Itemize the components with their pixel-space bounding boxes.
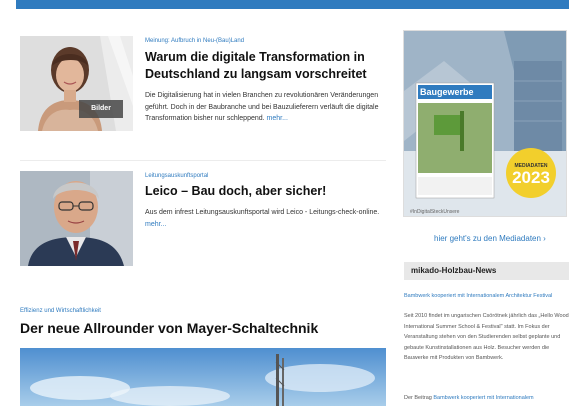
images-badge[interactable]: Bilder: [79, 100, 123, 118]
news-item-title[interactable]: Bambwerk kooperiert mit Internationalem …: [404, 292, 569, 300]
article-hero-image[interactable]: [20, 348, 386, 406]
article-teaser-text: Die Digitalisierung hat in vielen Branch…: [145, 92, 379, 122]
article-digital-transformation[interactable]: Bilder Meinung: Aufbruch in Neu-(Bau)Lan…: [20, 36, 386, 160]
news-item-more: Der Beitrag Bambwerk kooperiert mit Inte…: [404, 395, 569, 401]
news-item-more-prefix: Der Beitrag: [404, 395, 432, 401]
article-kicker: Meinung: Aufbruch in Neu-(Bau)Land: [145, 38, 245, 44]
top-accent-bar: [16, 0, 569, 9]
article-thumbnail[interactable]: [20, 171, 133, 266]
mediadaten-link-text[interactable]: hier geht's zu den Mediadaten: [434, 234, 541, 243]
mediadaten-badge-year: 2023: [512, 168, 550, 187]
mediadaten-link[interactable]: hier geht's zu den Mediadaten ›: [434, 234, 546, 243]
article-title-line2[interactable]: Deutschland zu langsam vorschreitet: [145, 66, 367, 82]
chevron-right-icon: ›: [543, 234, 546, 243]
news-item-more-link[interactable]: Bambwerk kooperiert mit Internationalem: [433, 395, 533, 401]
article-thumbnail[interactable]: Bilder: [20, 36, 133, 131]
article-teaser-text: Aus dem infrest Leitungsauskunftsportal …: [145, 209, 380, 216]
news-item-text: Seit 2010 findet im ungarischen Csörötne…: [404, 313, 569, 361]
article-leico[interactable]: Leitungsauskunftsportal Leico – Bau doch…: [20, 171, 386, 271]
article-title[interactable]: Leico – Bau doch, aber sicher!: [145, 183, 326, 199]
article-title[interactable]: Der neue Allrounder von Mayer-Schaltechn…: [20, 320, 318, 336]
article-title-line1[interactable]: Warum die digitale Transformation in: [145, 49, 365, 65]
article-teaser: Aus dem infrest Leitungsauskunftsportal …: [145, 207, 385, 230]
man-portrait-image: [20, 171, 133, 266]
news-section-header: mikado-Holzbau-News: [404, 262, 569, 280]
magazine-title: Baugewerbe: [420, 87, 474, 97]
construction-sky-image: [20, 348, 386, 406]
ad-footer-text: #InDigitalSteckUnsere: [410, 209, 460, 215]
read-more-link[interactable]: mehr...: [267, 115, 288, 122]
article-kicker: Leitungsauskunftsportal: [145, 173, 209, 179]
article-kicker: Effizienz und Wirtschaftlichkeit: [20, 308, 101, 314]
article-divider: [20, 160, 386, 161]
news-section-title: mikado-Holzbau-News: [411, 266, 497, 275]
magazine-cover-ad-image: Baugewerbe MEDIADATEN 2023 #InDigitalSte…: [404, 31, 566, 216]
article-teaser: Die Digitalisierung hat in vielen Branch…: [145, 90, 385, 125]
read-more-link[interactable]: mehr...: [145, 221, 166, 228]
mediadaten-ad[interactable]: Baugewerbe MEDIADATEN 2023 #InDigitalSte…: [403, 30, 567, 217]
